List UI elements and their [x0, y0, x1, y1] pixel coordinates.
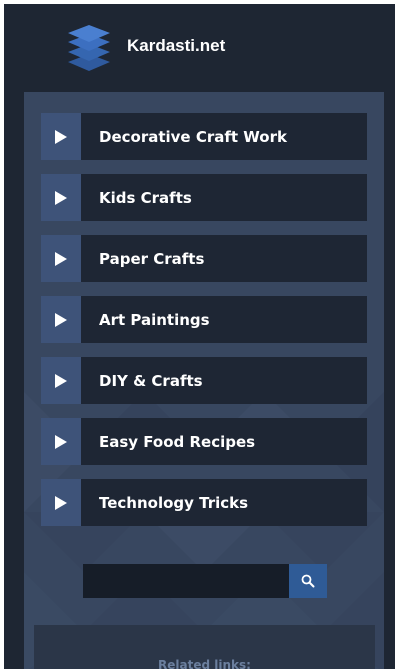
- related-links-label: Related links:: [158, 658, 251, 669]
- menu-item-kids-crafts[interactable]: Kids Crafts: [41, 174, 367, 221]
- search-input[interactable]: [83, 564, 289, 598]
- menu-item-label: Art Paintings: [99, 310, 210, 329]
- triangle-right-icon: [41, 174, 81, 221]
- menu-item-decorative-craft-work[interactable]: Decorative Craft Work: [41, 113, 367, 160]
- related-links-box: Related links:: [34, 625, 375, 669]
- menu-item-label: Technology Tricks: [99, 493, 249, 512]
- triangle-right-icon: [41, 418, 81, 465]
- search-button[interactable]: [289, 564, 327, 598]
- menu-item-paper-crafts[interactable]: Paper Crafts: [41, 235, 367, 282]
- search-icon: [301, 574, 315, 588]
- site-title[interactable]: Kardasti.net: [127, 36, 225, 56]
- menu-item-label: Kids Crafts: [99, 188, 192, 207]
- menu-item-easy-food-recipes[interactable]: Easy Food Recipes: [41, 418, 367, 465]
- triangle-right-icon: [41, 357, 81, 404]
- menu-item-art-paintings[interactable]: Art Paintings: [41, 296, 367, 343]
- triangle-right-icon: [41, 296, 81, 343]
- menu-item-diy-crafts[interactable]: DIY & Crafts: [41, 357, 367, 404]
- menu-item-label: Easy Food Recipes: [99, 432, 256, 451]
- menu-item-technology-tricks[interactable]: Technology Tricks: [41, 479, 367, 526]
- page-frame: Kardasti.net Decorative Craft Work Kids …: [4, 4, 395, 669]
- stacked-layers-icon[interactable]: [65, 24, 113, 72]
- site-header: Kardasti.net: [4, 4, 395, 92]
- menu-item-label: Paper Crafts: [99, 249, 205, 268]
- menu-item-label: DIY & Crafts: [99, 371, 203, 390]
- triangle-right-icon: [41, 235, 81, 282]
- search-bar: [83, 564, 327, 598]
- triangle-right-icon: [41, 479, 81, 526]
- sidebar-panel: Decorative Craft Work Kids Crafts Paper …: [24, 92, 384, 669]
- category-menu: Decorative Craft Work Kids Crafts Paper …: [41, 113, 367, 540]
- menu-item-label: Decorative Craft Work: [99, 127, 287, 146]
- triangle-right-icon: [41, 113, 81, 160]
